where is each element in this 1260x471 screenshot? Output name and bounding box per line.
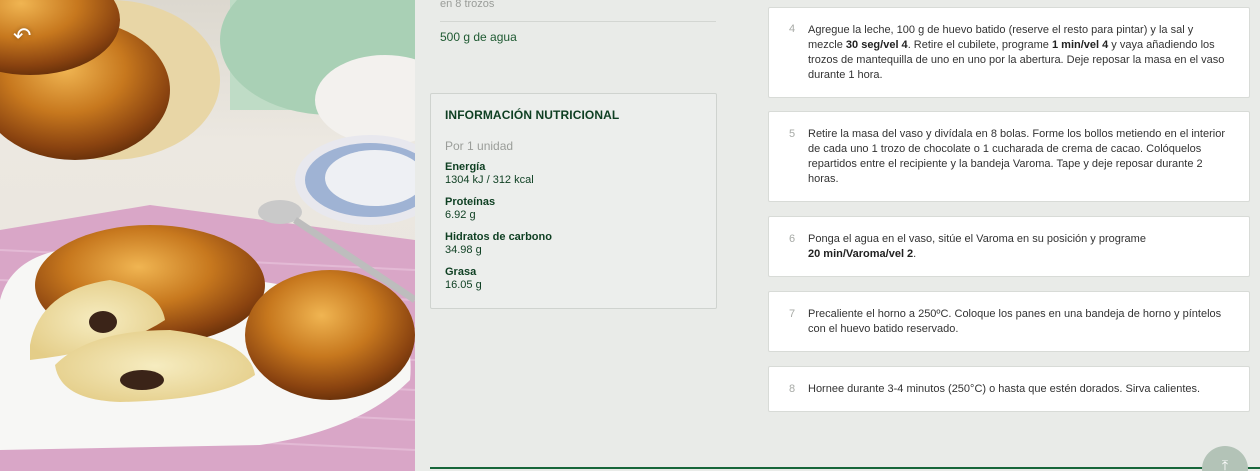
step-text: Agregue la leche, 100 g de huevo batido … — [808, 23, 1231, 83]
step-setting: 30 seg/vel 4 — [845, 38, 908, 51]
step-setting: 20 min/Varoma/vel 2 — [808, 247, 914, 260]
nutrition-label: Hidratos de carbono — [445, 231, 552, 243]
nutrition-item-fat: Grasa 16.05 g — [445, 266, 702, 292]
recipe-step: 8 Hornee durante 3-4 minutos (250°C) o h… — [768, 366, 1250, 412]
nutrition-value: 6.92 g — [445, 209, 476, 221]
step-number: 7 — [789, 308, 796, 320]
nutrition-serving: Por 1 unidad — [445, 139, 514, 153]
recipe-sidebar: en 8 trozos 500 g de agua INFORMACIÓN NU… — [430, 0, 717, 471]
nutrition-label: Grasa — [445, 266, 477, 278]
step-text: Retire la masa del vaso y divídala en 8 … — [808, 127, 1231, 187]
nutrition-value: 16.05 g — [445, 279, 482, 291]
nutrition-title: INFORMACIÓN NUTRICIONAL — [445, 108, 620, 122]
ingredient-item: en 8 trozos — [440, 0, 495, 10]
step-text-segment: . — [913, 247, 917, 260]
ingredient-item: 500 g de agua — [440, 30, 517, 44]
step-text: Ponga el agua en el vaso, sitúe el Varom… — [808, 232, 1146, 262]
section-divider — [430, 467, 1260, 469]
step-number: 8 — [789, 383, 796, 395]
step-setting: 1 min/vel 4 — [1051, 38, 1109, 51]
step-text-segment: Retire la masa del vaso y divídala en 8 … — [808, 127, 1225, 185]
recipe-photo: ↶ — [0, 0, 415, 471]
nutrition-item-energy: Energía 1304 kJ / 312 kcal — [445, 161, 702, 187]
nutrition-label: Proteínas — [445, 196, 496, 208]
recipe-step: 7 Precaliente el horno a 250ºC. Coloque … — [768, 291, 1250, 352]
bread-rolls-photo — [0, 0, 415, 471]
scroll-to-top-icon[interactable]: ⤒ — [1202, 446, 1248, 471]
step-text: Precaliente el horno a 250ºC. Coloque lo… — [808, 307, 1231, 337]
step-number: 6 — [789, 233, 796, 245]
back-icon[interactable]: ↶ — [13, 24, 37, 48]
nutrition-item-carbs: Hidratos de carbono 34.98 g — [445, 231, 702, 257]
nutrition-panel: INFORMACIÓN NUTRICIONAL Por 1 unidad Ene… — [430, 93, 717, 309]
step-text-segment: Ponga el agua en el vaso, sitúe el Varom… — [808, 232, 1146, 245]
step-text: Hornee durante 3-4 minutos (250°C) o has… — [808, 382, 1200, 397]
step-number: 4 — [789, 23, 796, 35]
divider — [440, 21, 716, 22]
nutrition-value: 34.98 g — [445, 244, 482, 256]
recipe-step: 6 Ponga el agua en el vaso, sitúe el Var… — [768, 216, 1250, 277]
step-text-segment: . Retire el cubilete, programe — [907, 38, 1052, 51]
nutrition-item-protein: Proteínas 6.92 g — [445, 196, 702, 222]
nutrition-value: 1304 kJ / 312 kcal — [445, 174, 534, 186]
step-number: 5 — [789, 128, 796, 140]
step-text-segment: Hornee durante 3-4 minutos (250°C) o has… — [808, 382, 1201, 395]
step-text-segment: Precaliente el horno a 250ºC. Coloque lo… — [808, 307, 1222, 335]
recipe-step: 4 Agregue la leche, 100 g de huevo batid… — [768, 7, 1250, 98]
nutrition-label: Energía — [445, 161, 486, 173]
recipe-step: 5 Retire la masa del vaso y divídala en … — [768, 111, 1250, 202]
